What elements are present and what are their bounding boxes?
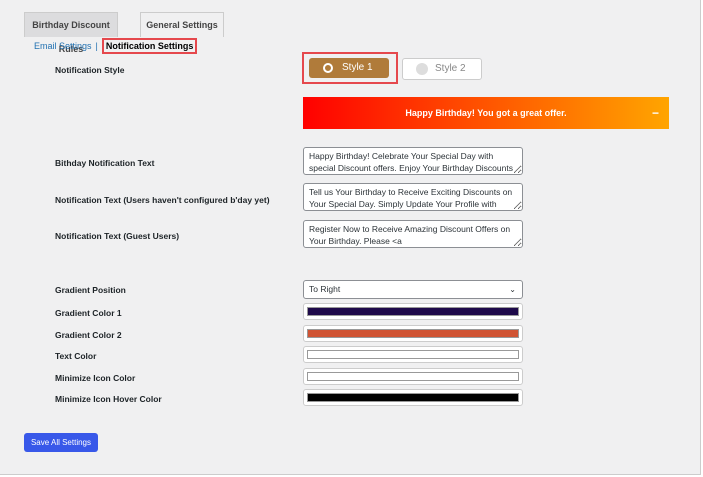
gradient-color-1-picker[interactable] bbox=[303, 303, 523, 320]
notification-settings-link[interactable]: Notification Settings bbox=[101, 38, 198, 54]
guest-text-input[interactable]: Register Now to Receive Amazing Discount… bbox=[303, 220, 523, 248]
gradient-position-value: To Right bbox=[309, 284, 341, 294]
radio-selected-icon bbox=[323, 63, 333, 73]
gradient-color-1-label: Gradient Color 1 bbox=[55, 308, 122, 318]
preview-text: Happy Birthday! You got a great offer. bbox=[405, 108, 567, 118]
separator: | bbox=[95, 41, 98, 51]
save-all-settings-button[interactable]: Save All Settings bbox=[24, 433, 98, 452]
color-swatch bbox=[307, 372, 519, 381]
style-2-button[interactable]: Style 2 bbox=[402, 58, 482, 80]
guest-text-label: Notification Text (Guest Users) bbox=[55, 231, 180, 241]
gradient-position-label: Gradient Position bbox=[55, 285, 126, 295]
radio-unselected-icon bbox=[416, 63, 428, 75]
minimize-icon-color-picker[interactable] bbox=[303, 368, 523, 385]
subnav: Email Settings | Notification Settings bbox=[34, 38, 198, 54]
text-color-label: Text Color bbox=[55, 351, 97, 361]
tab-general-settings[interactable]: General Settings bbox=[140, 12, 224, 37]
color-swatch bbox=[307, 307, 519, 316]
minimize-icon-color-label: Minimize Icon Color bbox=[55, 373, 136, 383]
notification-preview: Happy Birthday! You got a great offer. − bbox=[303, 97, 669, 129]
bday-text-input[interactable]: Happy Birthday! Celebrate Your Special D… bbox=[303, 147, 523, 175]
gradient-color-2-label: Gradient Color 2 bbox=[55, 330, 122, 340]
style-2-label: Style 2 bbox=[435, 63, 466, 74]
unconfigured-text-label: Notification Text (Users haven't configu… bbox=[55, 195, 270, 205]
style-1-label: Style 1 bbox=[342, 62, 373, 73]
style-1-button[interactable]: Style 1 bbox=[309, 58, 389, 78]
unconfigured-text-input[interactable]: Tell us Your Birthday to Receive Excitin… bbox=[303, 183, 523, 211]
minimize-icon-hover-color-picker[interactable] bbox=[303, 389, 523, 406]
bday-text-label: Bithday Notification Text bbox=[55, 158, 155, 168]
minimize-icon[interactable]: − bbox=[652, 97, 659, 129]
gradient-position-select[interactable]: To Right ⌄ bbox=[303, 280, 523, 299]
chevron-down-icon: ⌄ bbox=[509, 285, 516, 294]
notification-style-label: Notification Style bbox=[55, 65, 125, 75]
color-swatch bbox=[307, 329, 519, 338]
gradient-color-2-picker[interactable] bbox=[303, 325, 523, 342]
color-swatch bbox=[307, 350, 519, 359]
text-color-picker[interactable] bbox=[303, 346, 523, 363]
color-swatch bbox=[307, 393, 519, 402]
tab-birthday-discount-rules[interactable]: Birthday Discount Rules bbox=[24, 12, 118, 54]
minimize-icon-hover-color-label: Minimize Icon Hover Color bbox=[55, 394, 162, 404]
email-settings-link[interactable]: Email Settings bbox=[34, 41, 92, 51]
